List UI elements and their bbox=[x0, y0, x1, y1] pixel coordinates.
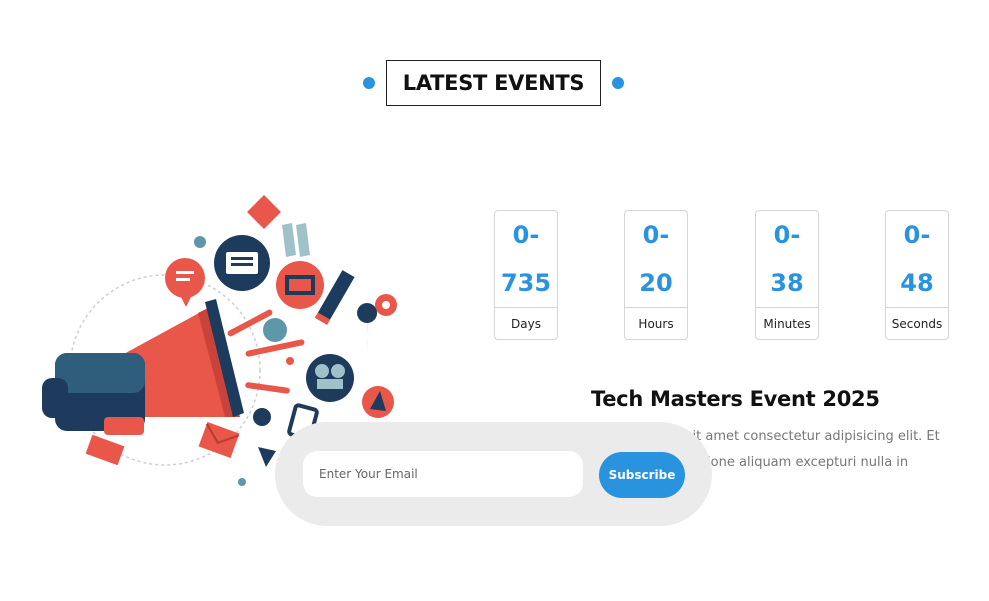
countdown-label: Days bbox=[511, 316, 541, 331]
subscribe-button[interactable]: Subscribe bbox=[599, 452, 685, 498]
title-dot-right bbox=[612, 77, 624, 89]
section-header: LATEST EVENTS bbox=[0, 60, 989, 106]
countdown-days: 0- 735 Days bbox=[494, 210, 558, 340]
countdown-value: 0- 38 bbox=[756, 211, 818, 308]
countdown-value: 0- 48 bbox=[886, 211, 948, 308]
countdown-value: 0- 20 bbox=[625, 211, 687, 308]
email-input[interactable] bbox=[303, 451, 583, 497]
countdown-label: Hours bbox=[638, 316, 674, 331]
event-title: Tech Masters Event 2025 bbox=[591, 387, 880, 411]
countdown-seconds: 0- 48 Seconds bbox=[885, 210, 949, 340]
countdown-label: Seconds bbox=[891, 316, 943, 331]
countdown-minutes: 0- 38 Minutes bbox=[755, 210, 819, 340]
countdown-value: 0- 735 bbox=[495, 211, 557, 308]
subscribe-form: Subscribe bbox=[275, 422, 712, 526]
title-dot-left bbox=[363, 77, 375, 89]
countdown-label: Minutes bbox=[763, 316, 811, 331]
countdown-hours: 0- 20 Hours bbox=[624, 210, 688, 340]
section-title: LATEST EVENTS bbox=[386, 60, 601, 106]
